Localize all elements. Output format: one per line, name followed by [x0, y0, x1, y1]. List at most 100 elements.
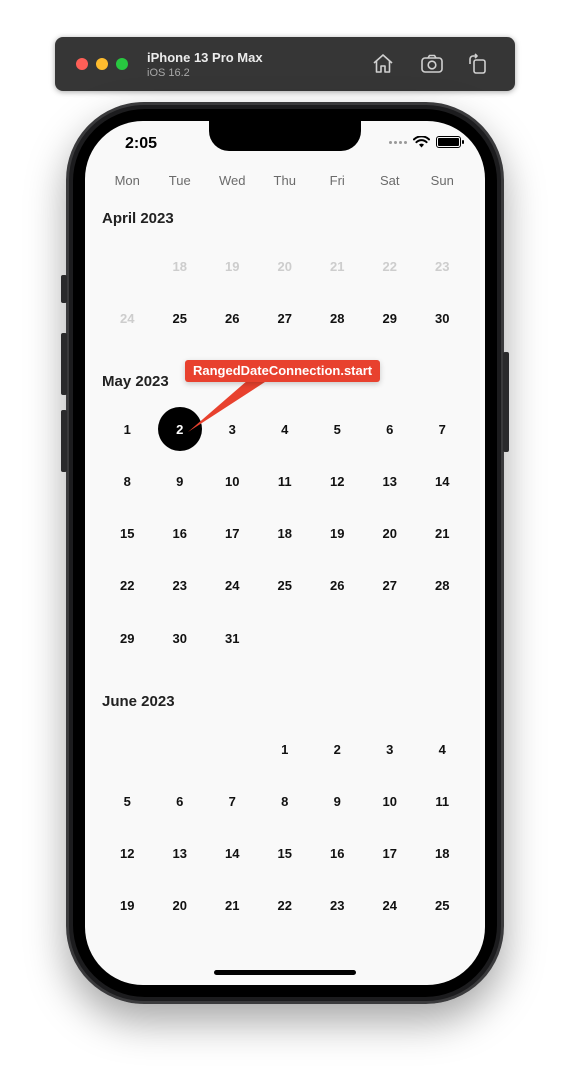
day-cell[interactable]: 19 — [101, 884, 154, 928]
screenshot-button[interactable] — [420, 52, 444, 76]
day-cell[interactable]: 18 — [259, 512, 312, 556]
day-cell[interactable]: 20 — [154, 884, 207, 928]
minimize-window-button[interactable] — [96, 58, 108, 70]
day-cell[interactable]: 9 — [154, 459, 207, 503]
day-cell[interactable]: 23 — [311, 884, 364, 928]
phone-screen: 2:05 Mon Tue Wed Thu Fri Sat Sun April 2… — [85, 121, 485, 985]
day-cell[interactable]: 6 — [364, 407, 417, 451]
day-number: 18 — [277, 526, 292, 542]
day-cell[interactable]: 15 — [259, 832, 312, 876]
day-cell[interactable]: 13 — [154, 832, 207, 876]
day-cell[interactable]: 5 — [311, 407, 364, 451]
day-cell[interactable]: 30 — [154, 616, 207, 660]
day-cell[interactable]: 19 — [311, 512, 364, 556]
day-cell[interactable]: 13 — [364, 459, 417, 503]
day-cell[interactable]: 26 — [311, 564, 364, 608]
day-number: 19 — [120, 898, 135, 914]
day-cell[interactable]: 30 — [416, 296, 469, 340]
day-cell[interactable]: 27 — [364, 564, 417, 608]
day-cell[interactable]: 21 — [206, 884, 259, 928]
day-cell[interactable]: 20 — [364, 512, 417, 556]
day-cell[interactable]: 6 — [154, 779, 207, 823]
day-cell[interactable]: 28 — [416, 564, 469, 608]
day-number: 7 — [228, 793, 236, 809]
day-cell[interactable]: 29 — [364, 296, 417, 340]
day-cell[interactable]: 12 — [101, 832, 154, 876]
day-number: 24 — [382, 898, 397, 914]
day-number: 7 — [438, 421, 446, 437]
day-number: 21 — [225, 898, 240, 914]
day-cell[interactable]: 17 — [364, 832, 417, 876]
day-number: 2 — [333, 741, 341, 757]
day-number: 24 — [225, 578, 240, 594]
day-cell[interactable]: 25 — [259, 564, 312, 608]
day-number: 5 — [333, 421, 341, 437]
day-number: 20 — [172, 898, 187, 914]
screenshot-icon — [421, 54, 443, 73]
day-cell[interactable]: 5 — [101, 779, 154, 823]
close-window-button[interactable] — [76, 58, 88, 70]
day-cell[interactable]: 18 — [416, 832, 469, 876]
day-cell[interactable]: 25 — [154, 296, 207, 340]
day-cell[interactable]: 3 — [364, 727, 417, 771]
day-cell[interactable]: 26 — [206, 296, 259, 340]
home-indicator[interactable] — [214, 970, 356, 975]
status-icons — [389, 136, 464, 148]
day-number: 24 — [120, 310, 135, 326]
day-cell[interactable]: 10 — [206, 459, 259, 503]
battery-icon — [436, 136, 464, 148]
day-cell-empty — [311, 616, 364, 660]
day-cell[interactable]: 24 — [206, 564, 259, 608]
day-cell[interactable]: 15 — [101, 512, 154, 556]
day-cell[interactable]: 23 — [154, 564, 207, 608]
rotate-button[interactable] — [466, 52, 490, 76]
notch — [209, 121, 361, 151]
day-cell[interactable]: 2 — [311, 727, 364, 771]
day-cell[interactable]: 29 — [101, 616, 154, 660]
day-cell[interactable]: 8 — [101, 459, 154, 503]
day-cell[interactable]: 17 — [206, 512, 259, 556]
week-row: 18 19 20 21 22 23 — [101, 244, 469, 288]
day-cell[interactable]: 8 — [259, 779, 312, 823]
day-cell: 19 — [206, 244, 259, 288]
day-number: 19 — [330, 526, 345, 542]
day-number: 30 — [172, 630, 187, 646]
day-cell-empty — [154, 727, 207, 771]
day-cell[interactable]: 21 — [416, 512, 469, 556]
day-number: 22 — [277, 898, 292, 914]
day-cell[interactable]: 22 — [101, 564, 154, 608]
day-cell[interactable]: 16 — [154, 512, 207, 556]
day-cell[interactable]: 10 — [364, 779, 417, 823]
day-cell[interactable]: 9 — [311, 779, 364, 823]
day-cell: 20 — [259, 244, 312, 288]
day-cell[interactable]: 14 — [416, 459, 469, 503]
day-cell[interactable]: 25 — [416, 884, 469, 928]
day-cell[interactable]: 14 — [206, 832, 259, 876]
day-cell[interactable]: 1 — [101, 407, 154, 451]
day-cell[interactable]: 7 — [416, 407, 469, 451]
week-row: 24 25 26 27 28 29 30 — [101, 296, 469, 340]
day-cell[interactable]: 31 — [206, 616, 259, 660]
day-number: 18 — [435, 846, 450, 862]
day-cell[interactable]: 11 — [259, 459, 312, 503]
day-cell[interactable]: 1 — [259, 727, 312, 771]
zoom-window-button[interactable] — [116, 58, 128, 70]
day-cell[interactable]: 16 — [311, 832, 364, 876]
day-cell[interactable]: 12 — [311, 459, 364, 503]
day-cell[interactable]: 22 — [259, 884, 312, 928]
annotation-callout: RangedDateConnection.start — [185, 360, 381, 382]
day-number: 6 — [386, 421, 394, 437]
day-cell[interactable]: 28 — [311, 296, 364, 340]
day-cell[interactable]: 4 — [416, 727, 469, 771]
day-cell-empty — [206, 727, 259, 771]
day-cell[interactable]: 11 — [416, 779, 469, 823]
day-cell[interactable]: 24 — [364, 884, 417, 928]
month-title: June 2023 — [102, 693, 175, 710]
day-number: 26 — [330, 578, 345, 594]
day-cell[interactable]: 7 — [206, 779, 259, 823]
home-button[interactable] — [371, 52, 395, 76]
wifi-icon — [413, 136, 430, 148]
day-cell[interactable]: 27 — [259, 296, 312, 340]
day-number: 12 — [330, 473, 345, 489]
day-number: 8 — [281, 793, 289, 809]
